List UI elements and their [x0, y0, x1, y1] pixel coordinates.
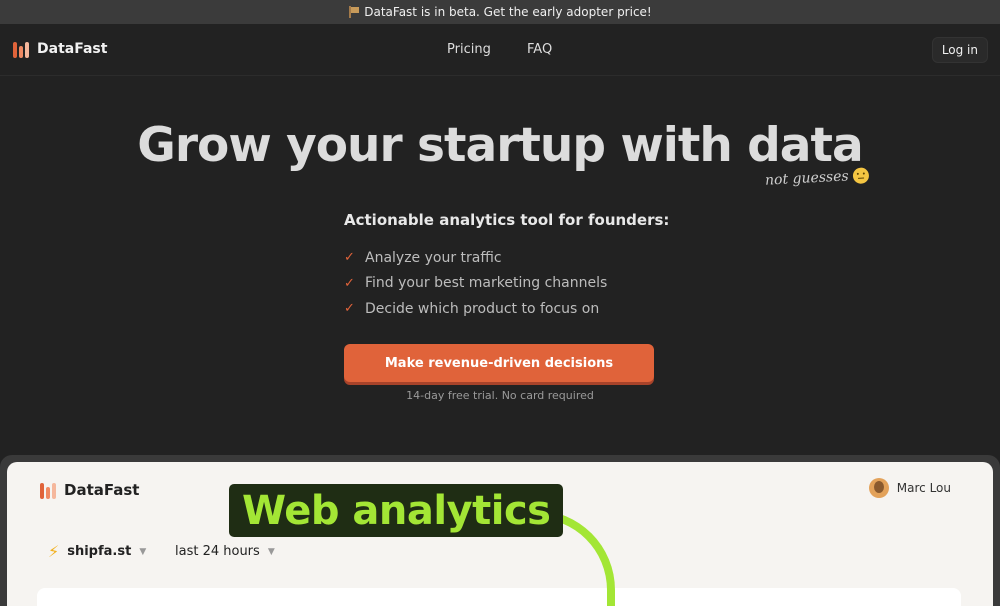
annotation-text: not guesses: [764, 168, 850, 189]
chevron-down-icon: ▼: [139, 546, 147, 557]
cta-button[interactable]: Make revenue-driven decisions: [344, 344, 654, 382]
user-menu[interactable]: Marc Lou: [868, 478, 951, 498]
feature-item: ✓ Find your best marketing channels: [344, 271, 607, 297]
check-icon: ✓: [344, 301, 355, 317]
nav-pricing-link[interactable]: Pricing: [447, 42, 491, 57]
feature-item: ✓ Decide which product to focus on: [344, 296, 607, 322]
feature-text: Find your best marketing channels: [365, 275, 608, 292]
beta-banner[interactable]: DataFast is in beta. Get the early adopt…: [0, 0, 1000, 24]
user-name: Marc Lou: [896, 481, 951, 495]
top-nav: DataFast Pricing FAQ Log in: [0, 24, 1000, 76]
web-analytics-label: Web analytics: [229, 484, 564, 537]
hero-subhead: Actionable analytics tool for founders:: [344, 211, 670, 229]
brand-logo[interactable]: DataFast: [13, 40, 107, 58]
feature-item: ✓ Analyze your traffic: [344, 245, 607, 271]
feature-text: Decide which product to focus on: [365, 300, 600, 317]
flag-icon: [348, 6, 360, 18]
login-button[interactable]: Log in: [931, 37, 988, 63]
date-range-selector[interactable]: last 24 hours ▼: [175, 544, 275, 559]
lightning-icon: ⚡: [48, 542, 60, 561]
banner-text: DataFast is in beta. Get the early adopt…: [364, 5, 652, 19]
feature-text: Analyze your traffic: [365, 249, 502, 266]
site-selector[interactable]: ⚡ shipfa.st ▼: [48, 542, 146, 561]
preview-brand-name: DataFast: [64, 481, 140, 499]
chevron-down-icon: ▼: [267, 546, 275, 557]
check-icon: ✓: [344, 275, 355, 291]
check-icon: ✓: [344, 250, 355, 266]
metrics-card-row: [37, 588, 961, 606]
date-range-label: last 24 hours: [175, 544, 260, 559]
avatar: [868, 478, 889, 498]
feature-list: ✓ Analyze your traffic ✓ Find your best ma…: [344, 245, 607, 322]
trial-note: 14-day free trial. No card required: [406, 389, 594, 402]
bar-chart-logo-icon: [13, 40, 29, 58]
nav-faq-link[interactable]: FAQ: [527, 42, 552, 57]
bar-chart-logo-icon: [40, 481, 56, 499]
site-name: shipfa.st: [67, 544, 132, 559]
brand-name: DataFast: [37, 41, 108, 57]
hero-title: Grow your startup with data: [137, 118, 863, 173]
preview-brand: DataFast: [40, 481, 139, 499]
smirk-emoji-icon: [852, 167, 869, 185]
